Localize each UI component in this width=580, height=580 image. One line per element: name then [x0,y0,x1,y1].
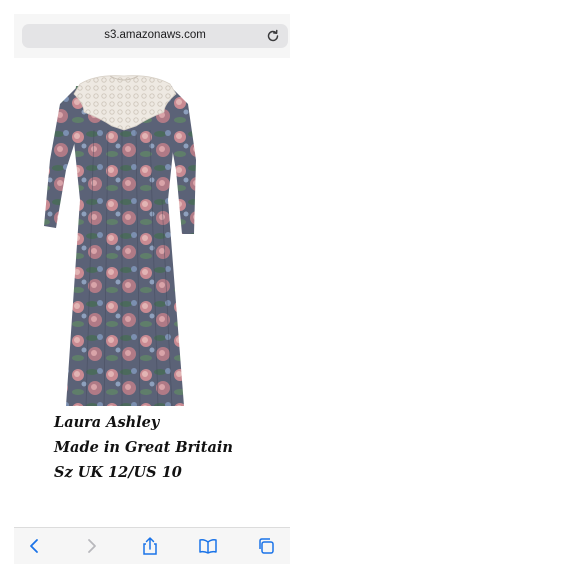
bookmarks-icon[interactable] [198,536,218,556]
back-icon[interactable] [24,536,44,556]
page-content: Laura Ashley Made in Great Britain Sz UK… [14,58,290,530]
reload-icon[interactable] [264,27,282,45]
caption-size: Sz UK 12/US 10 [54,464,182,481]
address-bar[interactable]: s3.amazonaws.com [22,24,288,48]
share-icon[interactable] [140,536,160,556]
url-text: s3.amazonaws.com [104,29,206,41]
mobile-browser-window: s3.amazonaws.com Laura Ashley Made in Gr… [14,14,290,564]
caption-brand: Laura Ashley [54,414,160,431]
address-bar-area: s3.amazonaws.com [14,14,290,58]
dress-photo [44,75,196,406]
tabs-icon[interactable] [256,536,276,556]
product-caption: Laura Ashley Made in Great Britain Sz UK… [54,410,284,485]
forward-icon[interactable] [82,536,102,556]
bottom-toolbar [14,527,290,564]
caption-origin: Made in Great Britain [54,439,233,456]
